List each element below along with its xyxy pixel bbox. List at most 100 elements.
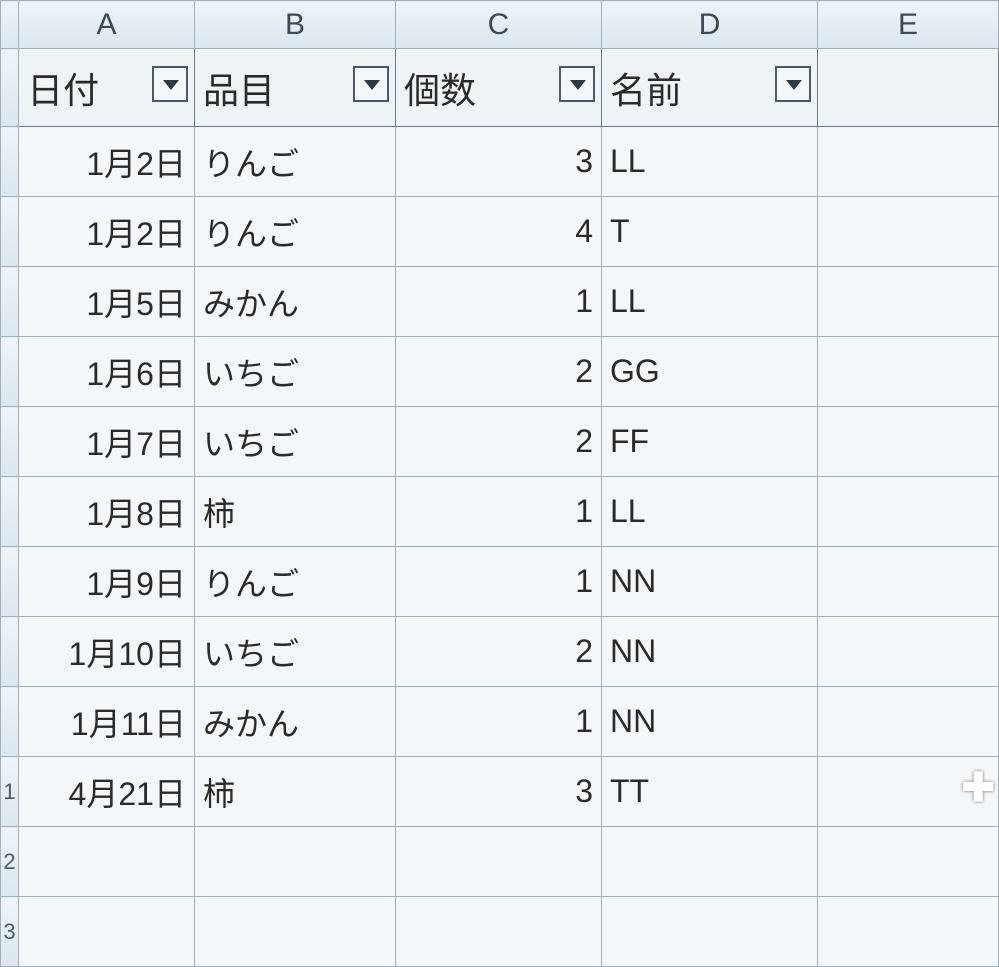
cell-qty[interactable]: 3	[395, 757, 601, 827]
header-qty[interactable]: 個数	[395, 49, 601, 127]
cell-date[interactable]: 1月8日	[19, 477, 195, 547]
header-item-label: 品目	[203, 70, 275, 111]
row-number[interactable]	[1, 477, 19, 547]
column-header-C[interactable]: C	[395, 1, 601, 49]
cell-empty[interactable]	[818, 547, 999, 617]
cell-name[interactable]: NN	[601, 617, 817, 687]
cell-qty[interactable]: 1	[395, 477, 601, 547]
cell-empty[interactable]	[818, 897, 999, 967]
cell-name[interactable]: LL	[601, 267, 817, 337]
cell-qty[interactable]: 2	[395, 337, 601, 407]
filter-dropdown-icon[interactable]	[775, 66, 811, 102]
cell-empty[interactable]	[818, 337, 999, 407]
cell-date[interactable]: 1月7日	[19, 407, 195, 477]
row-number[interactable]	[1, 617, 19, 687]
row-number[interactable]	[1, 407, 19, 477]
cell-item[interactable]: みかん	[194, 267, 395, 337]
row-number[interactable]: 2	[1, 827, 19, 897]
row-number[interactable]: 3	[1, 897, 19, 967]
cell-empty[interactable]	[818, 267, 999, 337]
header-date-label: 日付	[27, 70, 99, 111]
cell-item[interactable]: いちご	[194, 407, 395, 477]
header-empty-E[interactable]	[818, 49, 999, 127]
header-date[interactable]: 日付	[19, 49, 195, 127]
cell-empty[interactable]	[601, 897, 817, 967]
row-number[interactable]	[1, 687, 19, 757]
column-header-A[interactable]: A	[19, 1, 195, 49]
cell-empty[interactable]	[818, 757, 999, 827]
filter-dropdown-icon[interactable]	[353, 66, 389, 102]
column-header-B[interactable]: B	[194, 1, 395, 49]
cell-empty[interactable]	[19, 827, 195, 897]
cell-empty[interactable]	[601, 827, 817, 897]
cell-empty[interactable]	[818, 477, 999, 547]
cell-empty[interactable]	[194, 827, 395, 897]
cell-name[interactable]: T	[601, 197, 817, 267]
row-number[interactable]	[1, 337, 19, 407]
cell-qty[interactable]: 2	[395, 617, 601, 687]
cell-item[interactable]: りんご	[194, 197, 395, 267]
cell-name[interactable]: NN	[601, 687, 817, 757]
row-number[interactable]	[1, 127, 19, 197]
header-name[interactable]: 名前	[601, 49, 817, 127]
cell-item[interactable]: いちご	[194, 337, 395, 407]
table-row: 1月10日 いちご 2 NN	[1, 617, 999, 687]
cell-date[interactable]: 1月2日	[19, 197, 195, 267]
header-name-label: 名前	[610, 70, 682, 111]
row-number[interactable]	[1, 49, 19, 127]
table-header-row: 日付 品目 個数 名前	[1, 49, 999, 127]
cell-item[interactable]: 柿	[194, 757, 395, 827]
table-row: 1 4月21日 柿 3 TT	[1, 757, 999, 827]
header-item[interactable]: 品目	[194, 49, 395, 127]
cell-name[interactable]: GG	[601, 337, 817, 407]
cell-date[interactable]: 4月21日	[19, 757, 195, 827]
header-qty-label: 個数	[404, 70, 476, 111]
cell-empty[interactable]	[818, 127, 999, 197]
cell-empty[interactable]	[19, 897, 195, 967]
cell-name[interactable]: LL	[601, 127, 817, 197]
row-number[interactable]	[1, 267, 19, 337]
cell-name[interactable]: LL	[601, 477, 817, 547]
cell-empty[interactable]	[818, 617, 999, 687]
column-header-D[interactable]: D	[601, 1, 817, 49]
spreadsheet-grid[interactable]: A B C D E 日付 品目 個数 名前 1月2日 りんご 3 LL	[0, 0, 999, 967]
table-row: 1月2日 りんご 3 LL	[1, 127, 999, 197]
cell-qty[interactable]: 1	[395, 687, 601, 757]
table-row: 1月5日 みかん 1 LL	[1, 267, 999, 337]
cell-date[interactable]: 1月5日	[19, 267, 195, 337]
cell-date[interactable]: 1月9日	[19, 547, 195, 617]
cell-date[interactable]: 1月10日	[19, 617, 195, 687]
cell-item[interactable]: りんご	[194, 547, 395, 617]
cell-qty[interactable]: 2	[395, 407, 601, 477]
row-number[interactable]	[1, 197, 19, 267]
table-row: 1月8日 柿 1 LL	[1, 477, 999, 547]
cell-qty[interactable]: 4	[395, 197, 601, 267]
cell-empty[interactable]	[818, 197, 999, 267]
cell-name[interactable]: NN	[601, 547, 817, 617]
cell-item[interactable]: りんご	[194, 127, 395, 197]
cell-qty[interactable]: 1	[395, 267, 601, 337]
cell-item[interactable]: みかん	[194, 687, 395, 757]
cell-qty[interactable]: 3	[395, 127, 601, 197]
select-all-corner[interactable]	[1, 1, 19, 49]
cell-name[interactable]: TT	[601, 757, 817, 827]
cell-empty[interactable]	[194, 897, 395, 967]
column-header-E[interactable]: E	[818, 1, 999, 49]
filter-dropdown-icon[interactable]	[152, 66, 188, 102]
cell-item[interactable]: いちご	[194, 617, 395, 687]
cell-item[interactable]: 柿	[194, 477, 395, 547]
cell-empty[interactable]	[818, 827, 999, 897]
cell-empty[interactable]	[818, 687, 999, 757]
cell-date[interactable]: 1月2日	[19, 127, 195, 197]
cell-empty[interactable]	[395, 827, 601, 897]
cell-empty[interactable]	[818, 407, 999, 477]
row-number[interactable]: 1	[1, 757, 19, 827]
cell-date[interactable]: 1月6日	[19, 337, 195, 407]
cell-date[interactable]: 1月11日	[19, 687, 195, 757]
cell-qty[interactable]: 1	[395, 547, 601, 617]
cell-name[interactable]: FF	[601, 407, 817, 477]
table-row: 1月11日 みかん 1 NN	[1, 687, 999, 757]
cell-empty[interactable]	[395, 897, 601, 967]
row-number[interactable]	[1, 547, 19, 617]
filter-dropdown-icon[interactable]	[559, 66, 595, 102]
